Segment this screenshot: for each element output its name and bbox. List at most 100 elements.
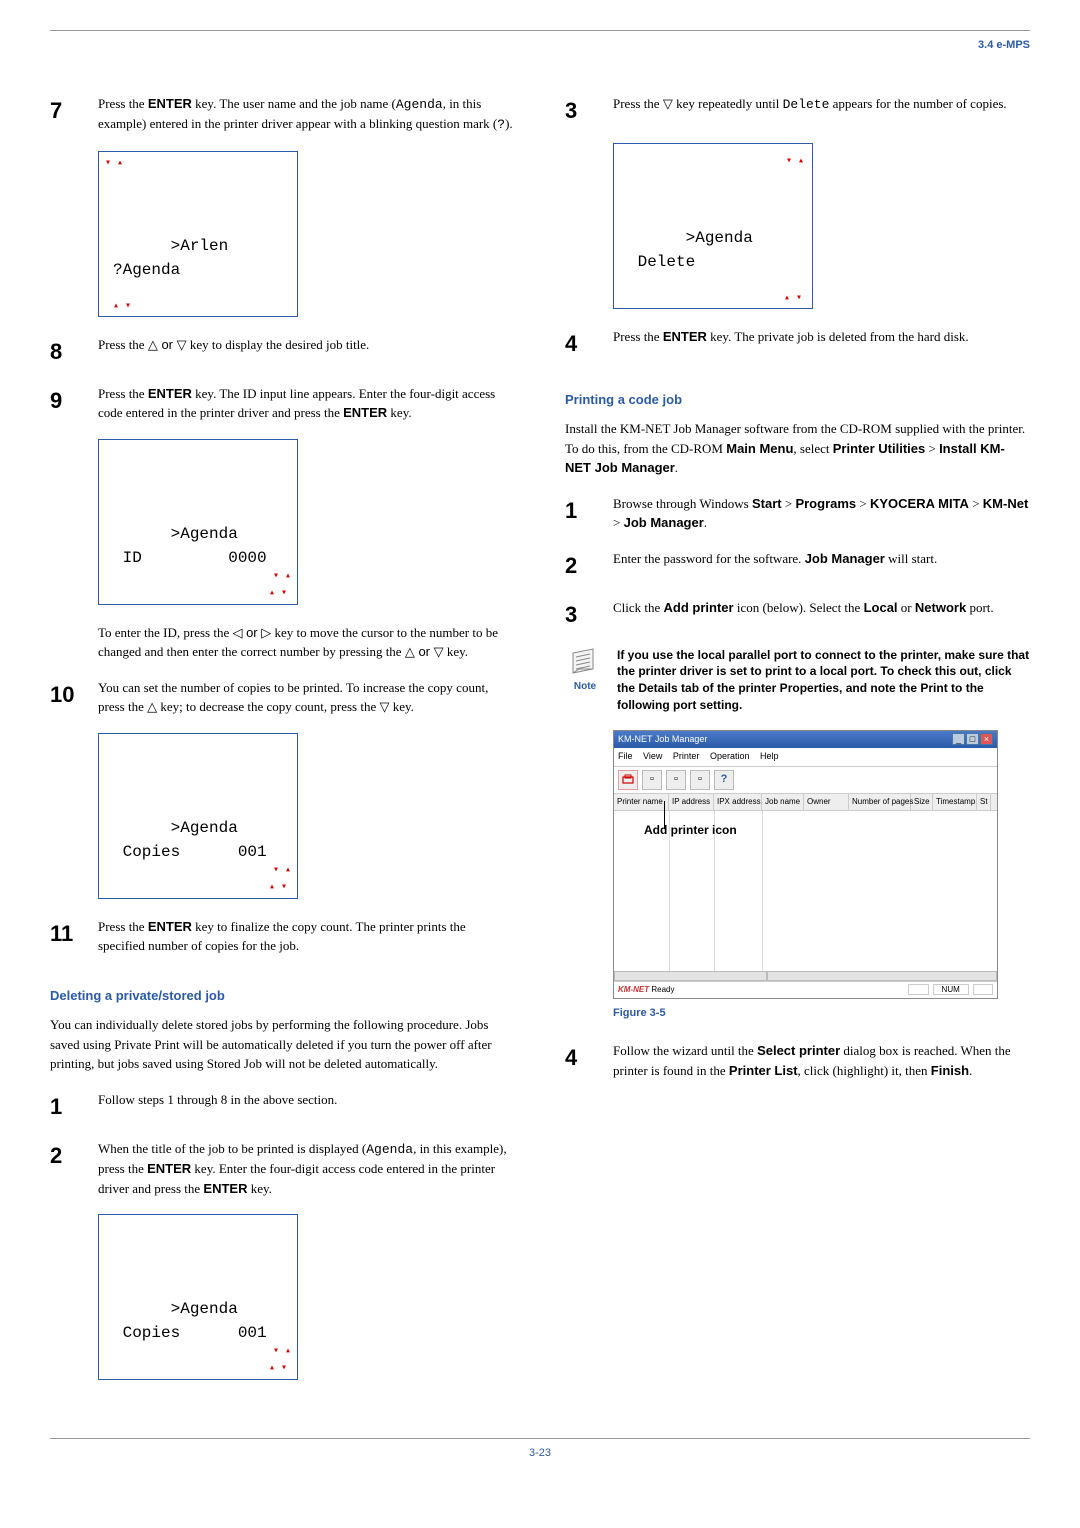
t: To enter the ID, press the xyxy=(98,625,232,640)
minimize-icon[interactable]: _ xyxy=(952,733,965,745)
status-num: NUM xyxy=(933,984,969,995)
step-number: 1 xyxy=(565,494,593,533)
blink-icon: ▴ ▾ xyxy=(784,291,802,306)
t: > xyxy=(856,496,870,511)
t: Press the xyxy=(98,386,148,401)
col-ipx[interactable]: IPX address xyxy=(714,794,762,810)
code: Agenda xyxy=(366,1142,413,1157)
t: key. xyxy=(387,405,411,420)
note-block: Note If you use the local parallel port … xyxy=(565,647,1030,714)
step-number: 3 xyxy=(565,598,593,631)
col-printer-name[interactable]: Printer name xyxy=(614,794,669,810)
t: key to display the desired job title. xyxy=(187,337,370,352)
page-number: 3-23 xyxy=(50,1445,1030,1462)
menu-help[interactable]: Help xyxy=(760,751,779,761)
port-local: Local xyxy=(864,600,898,615)
section-label: 3.4 e-MPS xyxy=(50,37,1030,54)
window-title: KM-NET Job Manager xyxy=(618,733,707,747)
note-label: Note xyxy=(565,679,605,694)
t: > xyxy=(925,441,939,456)
t: ). xyxy=(505,116,513,131)
col-ip[interactable]: IP address xyxy=(669,794,714,810)
blink-icon: ▾ ▴ xyxy=(273,863,291,878)
figure-3-5: KM-NET Job Manager _□× File View Printer… xyxy=(613,730,1030,999)
col-timestamp[interactable]: Timestamp xyxy=(933,794,977,810)
step-text: Press the ENTER key. The private job is … xyxy=(613,327,1030,360)
status-empty xyxy=(973,984,993,995)
step-number: 10 xyxy=(50,678,78,717)
step-number: 4 xyxy=(565,327,593,360)
t: Press the xyxy=(613,329,663,344)
button-finish: Finish xyxy=(931,1063,969,1078)
left-column: 7 Press the ENTER key. The user name and… xyxy=(50,94,515,1399)
scrollbar[interactable] xyxy=(614,971,767,981)
col-st[interactable]: St xyxy=(977,794,991,810)
split-scrollbars xyxy=(614,971,997,981)
t: > xyxy=(969,496,983,511)
arrow-keys: △ or ▽ xyxy=(405,644,444,659)
table-body-empty: Add printer icon xyxy=(614,811,997,971)
t: Follow the wizard until the xyxy=(613,1043,757,1058)
blink-icon: ▾ ▴ xyxy=(786,154,804,169)
step-text: Follow steps 1 through 8 in the above se… xyxy=(98,1090,515,1123)
menu-printer[interactable]: Printer xyxy=(673,751,700,761)
step-text: To enter the ID, press the ◁ or ▷ key to… xyxy=(98,623,515,662)
code-step-1: 1 Browse through Windows Start > Program… xyxy=(565,494,1030,533)
toolbar-icon[interactable]: ▫ xyxy=(666,770,686,790)
step-11: 11 Press the ENTER key to finalize the c… xyxy=(50,917,515,956)
step-text: Press the ENTER key to finalize the copy… xyxy=(98,917,515,956)
header-rule xyxy=(50,30,1030,31)
col-size[interactable]: Size xyxy=(911,794,933,810)
callout-add-printer: Add printer icon xyxy=(644,821,737,839)
window-menubar: File View Printer Operation Help xyxy=(614,748,997,767)
blink-icon: ▾ ▴ xyxy=(273,569,291,584)
subheading-printing-code: Printing a code job xyxy=(565,390,1030,410)
t: > xyxy=(613,515,624,530)
step-10: 10 You can set the number of copies to b… xyxy=(50,678,515,717)
step-number: 2 xyxy=(565,549,593,582)
right-step-3: 3 Press the ▽ key repeatedly until Delet… xyxy=(565,94,1030,127)
close-icon[interactable]: × xyxy=(980,733,993,745)
menu-programs: Programs xyxy=(795,496,856,511)
menu-operation[interactable]: Operation xyxy=(710,751,750,761)
step-text: Press the ENTER key. The ID input line a… xyxy=(98,384,515,423)
maximize-icon[interactable]: □ xyxy=(966,733,979,745)
arrow-down: ▽ xyxy=(663,96,673,111)
add-printer-icon[interactable] xyxy=(618,770,638,790)
step-text: You can set the number of copies to be p… xyxy=(98,678,515,717)
code: Agenda xyxy=(396,97,443,112)
col-jobname[interactable]: Job name xyxy=(762,794,804,810)
step-text: Follow the wizard until the Select print… xyxy=(613,1041,1030,1080)
step-number: 11 xyxy=(50,917,78,956)
blink-icon: ▾ ▴ xyxy=(105,156,123,171)
lcd-line: >Agenda xyxy=(171,1300,238,1318)
col-owner[interactable]: Owner xyxy=(804,794,849,810)
lcd-display-4: ▾ ▴ ▴ ▾ >Agenda Copies 001 xyxy=(98,1214,298,1380)
note-icon: Note xyxy=(565,647,605,714)
step-number: 3 xyxy=(565,94,593,127)
arrow-keys: ◁ or ▷ xyxy=(232,625,271,640)
step-number: 4 xyxy=(565,1041,593,1080)
step-text: Click the Add printer icon (below). Sele… xyxy=(613,598,1030,631)
key-enter: ENTER xyxy=(203,1181,247,1196)
step-text: Enter the password for the software. Job… xyxy=(613,549,1030,582)
icon-name: Add printer xyxy=(664,600,734,615)
t: Click the xyxy=(613,600,664,615)
t: will start. xyxy=(885,551,937,566)
figure-caption: Figure 3-5 xyxy=(613,1005,1030,1022)
code-step-4: 4 Follow the wizard until the Select pri… xyxy=(565,1041,1030,1080)
col-divider xyxy=(762,811,763,971)
menu-view[interactable]: View xyxy=(643,751,662,761)
lcd-display-2: ▾ ▴ ▴ ▾ >Agenda ID 0000 xyxy=(98,439,298,605)
lcd-display-3: ▾ ▴ ▴ ▾ >Agenda Copies 001 xyxy=(98,733,298,899)
menu-file[interactable]: File xyxy=(618,751,633,761)
help-icon[interactable]: ? xyxy=(714,770,734,790)
toolbar-icon[interactable]: ▫ xyxy=(690,770,710,790)
t: Browse through Windows xyxy=(613,496,752,511)
scrollbar[interactable] xyxy=(767,971,997,981)
window-titlebar[interactable]: KM-NET Job Manager _□× xyxy=(614,731,997,749)
col-pages[interactable]: Number of pages xyxy=(849,794,911,810)
toolbar-icon[interactable]: ▫ xyxy=(642,770,662,790)
footer-rule xyxy=(50,1438,1030,1439)
menu-start: Start xyxy=(752,496,782,511)
